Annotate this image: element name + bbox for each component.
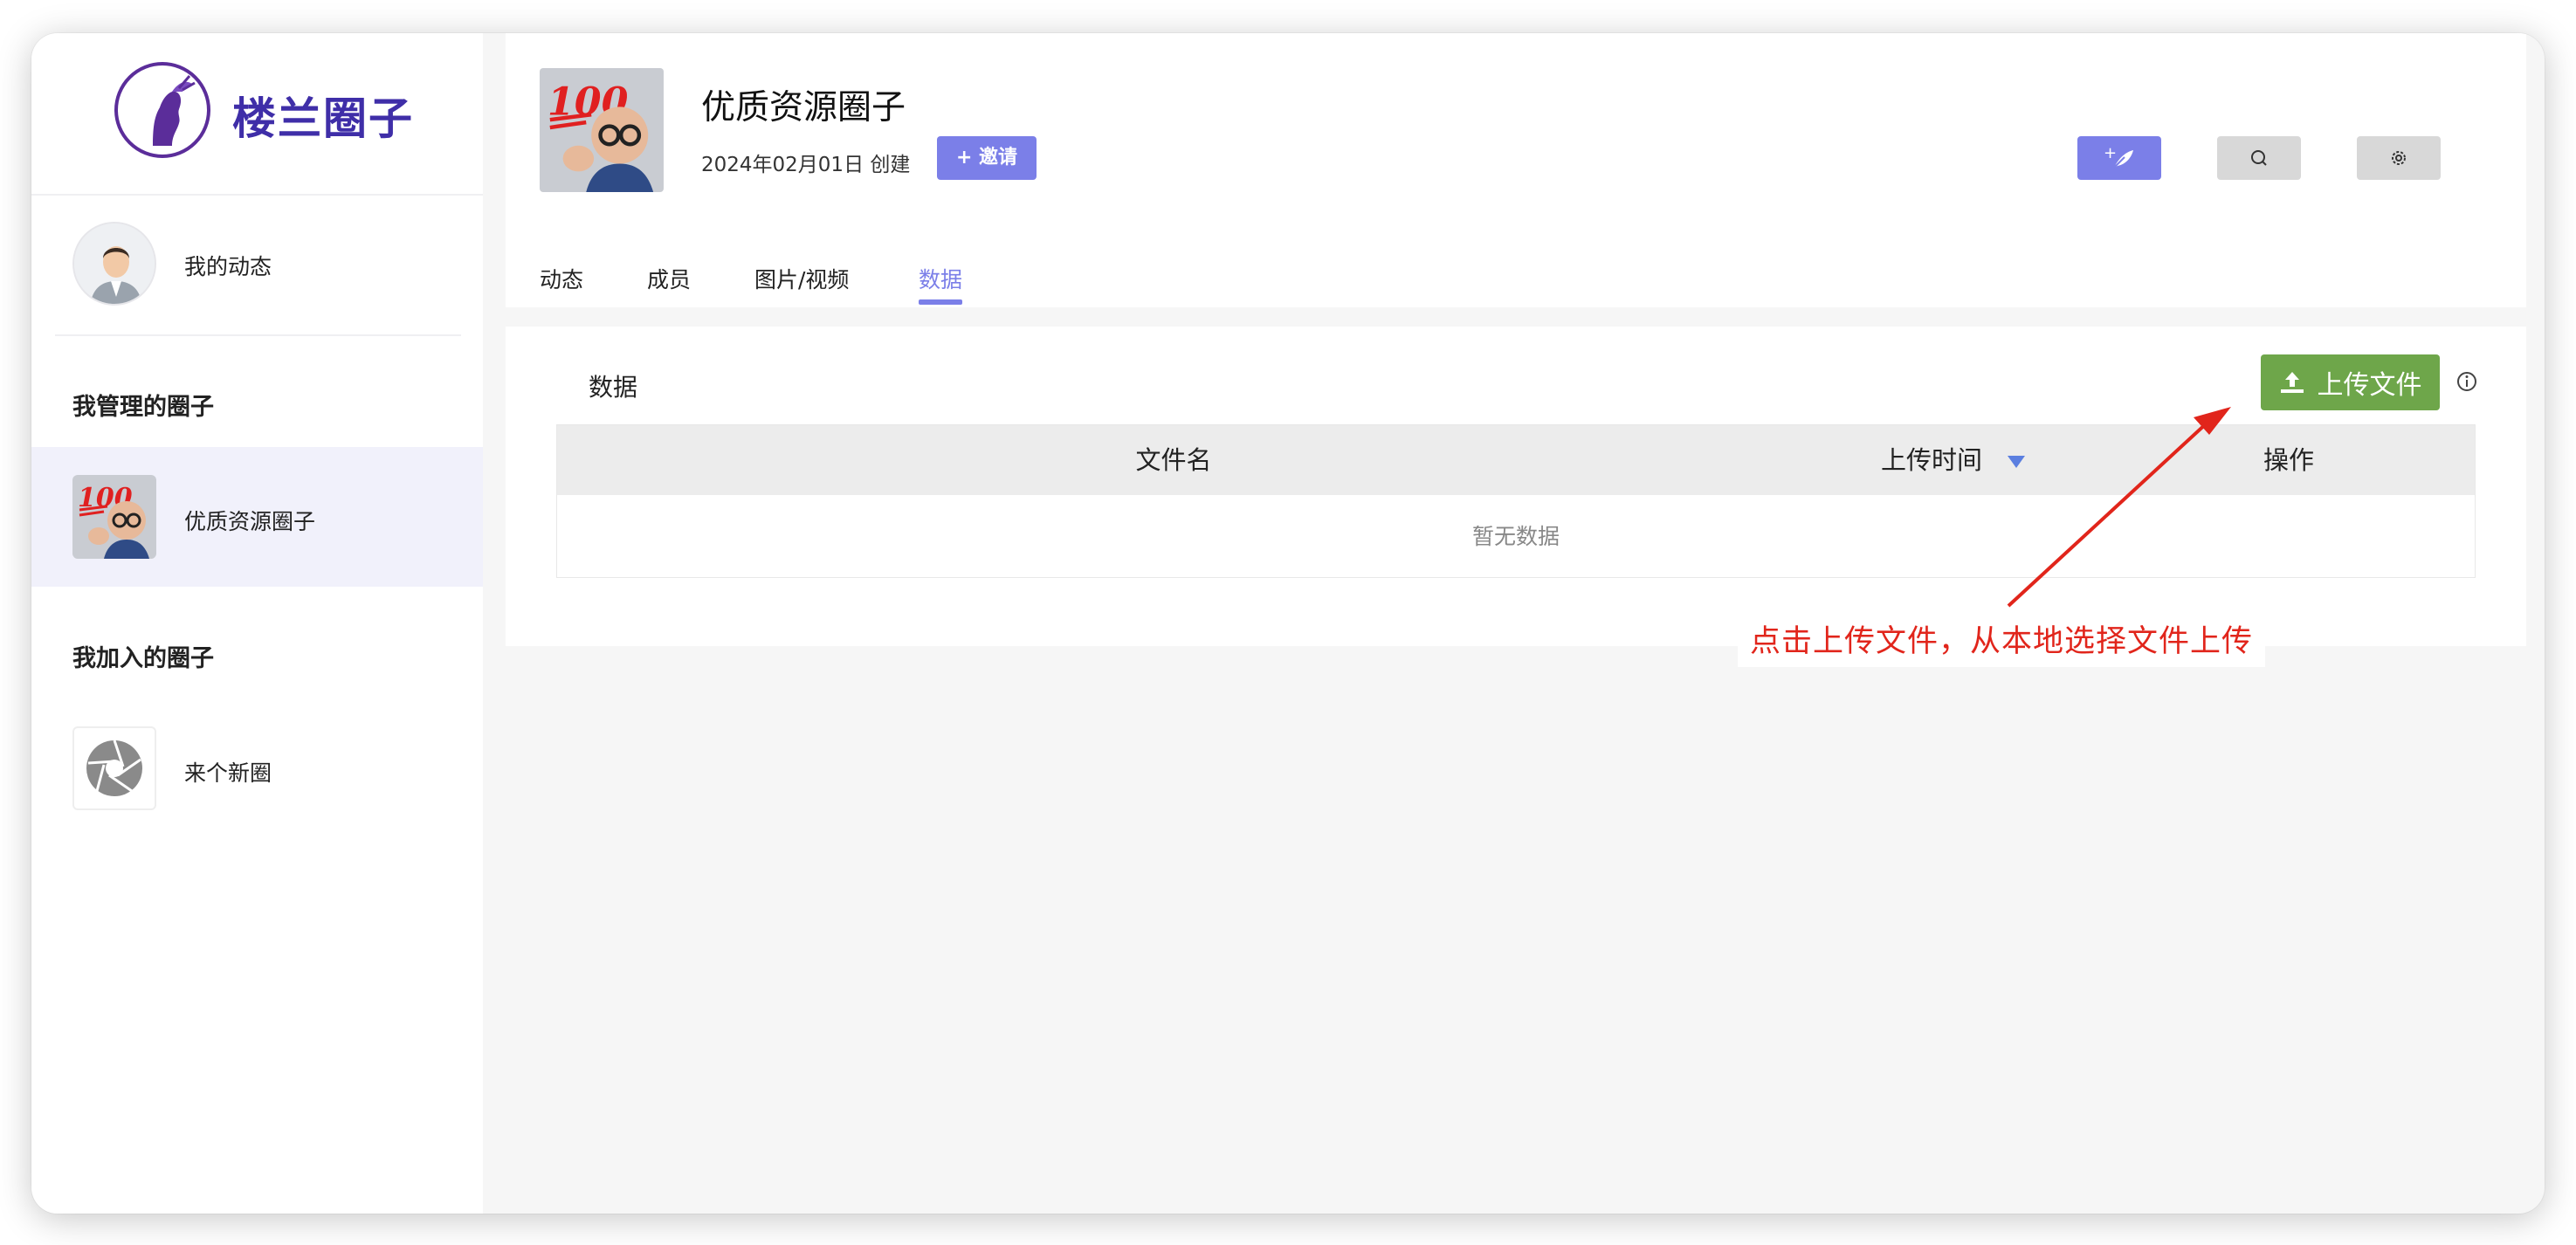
joined-heading: 我加入的圈子 — [72, 645, 214, 672]
gear-icon — [2392, 151, 2406, 165]
post-button[interactable]: + — [2077, 136, 2161, 180]
group-thumbnail[interactable]: 100 — [72, 475, 156, 559]
sidebar: 楼兰圈子 我的动态 我管理的圈子 100 优质资源圈子 我加入的圈子 来个新圈 — [31, 33, 483, 1214]
logo-text: 楼兰圈子 — [232, 93, 414, 144]
upload-file-button[interactable]: 上传文件 — [2261, 354, 2440, 410]
column-filename[interactable]: 文件名 — [557, 425, 1790, 495]
table-header: 文件名 上传时间 操作 — [557, 425, 2475, 495]
column-upload-time[interactable]: 上传时间 — [1881, 425, 2027, 495]
managed-heading: 我管理的圈子 — [72, 394, 214, 421]
upload-file-label: 上传文件 — [2317, 370, 2422, 401]
sidebar-item-label[interactable]: 来个新圈 — [184, 756, 272, 788]
created-date: 2024年02月01日 创建 — [701, 154, 911, 176]
sidebar-item-label: 优质资源圈子 — [184, 509, 316, 534]
search-button[interactable] — [2217, 136, 2301, 180]
tab-media[interactable]: 图片/视频 — [754, 263, 849, 294]
tab-feed[interactable]: 动态 — [540, 263, 583, 294]
avatar[interactable] — [72, 222, 156, 306]
column-actions: 操作 — [2263, 445, 2315, 475]
empty-state: 暂无数据 — [1471, 524, 1560, 549]
invite-button[interactable]: + 邀请 — [937, 136, 1037, 180]
group-name: 优质资源圈子 — [701, 88, 906, 127]
files-table: 文件名 上传时间 操作 暂无数据 — [556, 424, 2476, 578]
feather-icon: + — [2104, 145, 2133, 169]
column-upload-time-label: 上传时间 — [1881, 445, 1983, 475]
tab-data[interactable]: 数据 — [919, 263, 962, 294]
tab-members[interactable]: 成员 — [647, 263, 691, 294]
joined-group-thumbnail[interactable] — [72, 726, 156, 810]
info-icon[interactable] — [2455, 369, 2479, 397]
logo-icon — [114, 62, 210, 158]
divider — [55, 334, 461, 336]
upload-icon — [2280, 372, 2304, 393]
annotation-label: 点击上传文件，从本地选择文件上传 — [1738, 616, 2265, 667]
group-cover-image: 100 — [540, 68, 664, 192]
my-feed-link[interactable]: 我的动态 — [184, 250, 272, 281]
logo-area: 楼兰圈子 — [31, 33, 483, 196]
settings-button[interactable] — [2357, 136, 2441, 180]
svg-text:+: + — [2104, 145, 2117, 162]
search-icon — [2251, 150, 2267, 166]
panel-title: 数据 — [589, 373, 638, 402]
sort-desc-icon[interactable] — [2006, 454, 2027, 470]
active-tab-indicator — [919, 299, 962, 305]
